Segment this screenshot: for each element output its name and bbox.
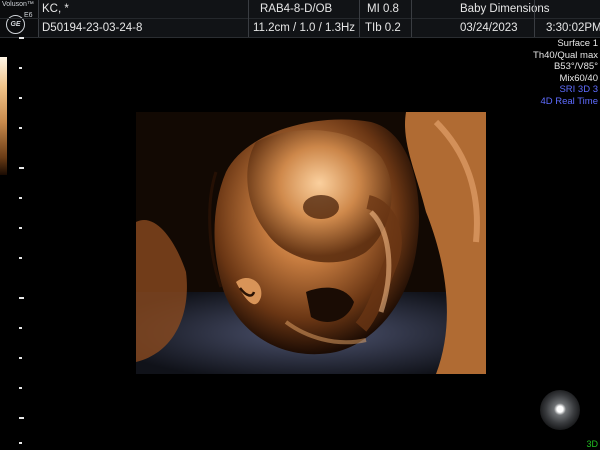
depth-tick	[19, 297, 24, 299]
exam-date: 03/24/2023	[460, 22, 518, 34]
depth-tick	[19, 127, 22, 129]
fetal-face-render	[136, 112, 486, 374]
depth-tick	[19, 227, 22, 229]
probe-label: RAB4-8-D/OB	[260, 3, 333, 15]
exam-time: 3:30:02PM	[546, 22, 600, 34]
param-sri: SRI 3D 3	[559, 84, 598, 96]
depth-tick	[19, 67, 22, 69]
depth-tick	[19, 197, 22, 199]
color-scale-bar	[0, 57, 7, 175]
param-mix: Mix60/40	[559, 72, 598, 84]
depth-tick	[19, 97, 22, 99]
param-angles: B53°/V85°	[553, 61, 598, 73]
tib-value: TIb 0.2	[365, 22, 401, 34]
param-mode: 4D Real Time	[540, 95, 598, 107]
patient-id: D50194-23-03-24-8	[42, 22, 143, 34]
depth-tick	[19, 257, 22, 259]
header-bar: Voluson™ GE E6 KC, * D50194-23-03-24-8 R…	[0, 0, 600, 38]
depth-tick	[19, 442, 22, 444]
depth-tick	[19, 357, 22, 359]
mode-label: 3D	[586, 439, 598, 449]
header-separator	[411, 0, 412, 37]
depth-info: 11.2cm / 1.0 / 1.3Hz	[253, 22, 356, 34]
depth-tick	[19, 327, 22, 329]
header-separator	[248, 0, 249, 37]
patient-name: KC, *	[42, 3, 69, 15]
orientation-sphere-icon	[540, 390, 580, 430]
header-separator	[534, 0, 535, 37]
param-surface: Surface 1	[557, 38, 598, 49]
header-separator	[359, 0, 360, 37]
param-threshold-quality: Th40/Qual max	[533, 49, 598, 61]
imaging-parameters: Surface 1 Th40/Qual max B53°/V85° Mix60/…	[533, 38, 598, 108]
brand-label: Voluson™	[2, 1, 34, 8]
depth-scale	[19, 30, 25, 450]
ultrasound-3d-render[interactable]	[136, 112, 486, 374]
depth-tick	[19, 417, 24, 419]
clinic-name: Baby Dimensions	[460, 3, 550, 15]
depth-tick	[19, 37, 24, 39]
mi-value: MI 0.8	[367, 3, 399, 15]
depth-tick	[19, 167, 24, 169]
depth-tick	[19, 387, 22, 389]
